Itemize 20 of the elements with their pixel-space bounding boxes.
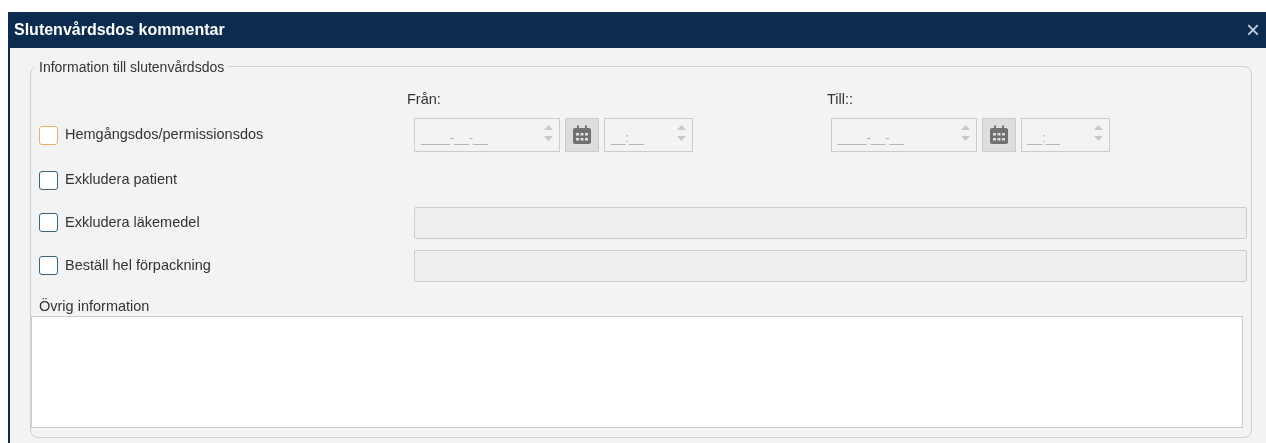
placeholder-text: __:__ (1027, 128, 1061, 147)
range-label: Från: (407, 90, 442, 109)
calendar-icon (572, 125, 592, 145)
checkbox[interactable] (39, 213, 58, 232)
text-area[interactable] (31, 316, 1243, 428)
checkbox-label: Exkludera läkemedel (65, 212, 200, 232)
checkbox-label: Beställ hel förpackning (65, 255, 211, 275)
window-title: Slutenvårdsdos kommentar (14, 20, 225, 40)
close-button[interactable]: × (1246, 18, 1260, 42)
placeholder-text: ____-__-__ (837, 128, 904, 147)
checkbox-label: Exkludera patient (65, 170, 178, 190)
range-label: Till:: (827, 90, 855, 109)
placeholder-text: ____-__-__ (421, 128, 488, 147)
calendar-icon (988, 125, 1009, 145)
checkbox-label: Hemgångsdos/permissionsdos (65, 125, 264, 145)
field-label: Övrig information (39, 297, 151, 316)
checkbox[interactable] (39, 170, 58, 190)
placeholder-text: __:__ (611, 128, 644, 147)
checkbox[interactable] (39, 125, 58, 145)
checkbox[interactable] (39, 256, 58, 275)
